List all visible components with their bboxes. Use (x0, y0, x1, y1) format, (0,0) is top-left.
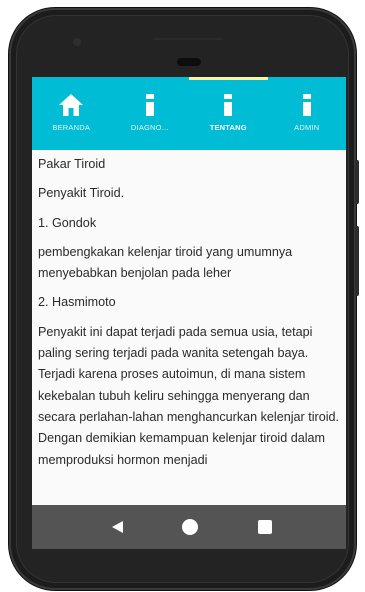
volume-button (355, 226, 359, 296)
disease-1-title: 1. Gondok (38, 215, 97, 230)
android-nav-bar (32, 505, 346, 549)
front-camera (73, 38, 81, 46)
tab-label: DIAGNO... (130, 123, 169, 132)
home-circle-icon[interactable] (182, 519, 198, 535)
disease-2-title: 2. Hasmimoto (38, 295, 116, 310)
tab-label: ADMIN (294, 123, 320, 132)
info-icon (145, 93, 154, 117)
power-button (355, 160, 359, 204)
app-screen: BERANDA DIAGNO... TENTANG ADMIN Pakar Ti… (32, 77, 346, 549)
disease-1-description: pembengkakan kelenjar tiroid yang umumny… (38, 244, 293, 281)
home-icon (58, 93, 84, 117)
tab-beranda[interactable]: BERANDA (32, 77, 111, 150)
info-icon (302, 93, 311, 117)
tab-label: TENTANG (209, 123, 247, 132)
sensor (153, 38, 223, 40)
tab-diagnosa[interactable]: DIAGNO... (111, 77, 190, 150)
tab-bar: BERANDA DIAGNO... TENTANG ADMIN (32, 77, 346, 150)
app-title: Pakar Tiroid (38, 157, 106, 171)
disease-2-description: Penyakit ini dapat terjadi pada semua us… (38, 324, 340, 467)
back-triangle-icon[interactable] (112, 521, 123, 533)
active-tab-indicator (189, 77, 268, 80)
earpiece-speaker (177, 58, 201, 66)
recent-apps-icon[interactable] (258, 520, 272, 534)
about-content[interactable]: Pakar Tiroid Penyakit Tiroid. 1. Gondok … (32, 150, 346, 510)
info-icon (224, 93, 233, 117)
section-heading: Penyakit Tiroid. (38, 186, 125, 201)
tab-label: BERANDA (52, 123, 91, 132)
tab-admin[interactable]: ADMIN (268, 77, 347, 150)
tab-tentang[interactable]: TENTANG (189, 77, 268, 150)
